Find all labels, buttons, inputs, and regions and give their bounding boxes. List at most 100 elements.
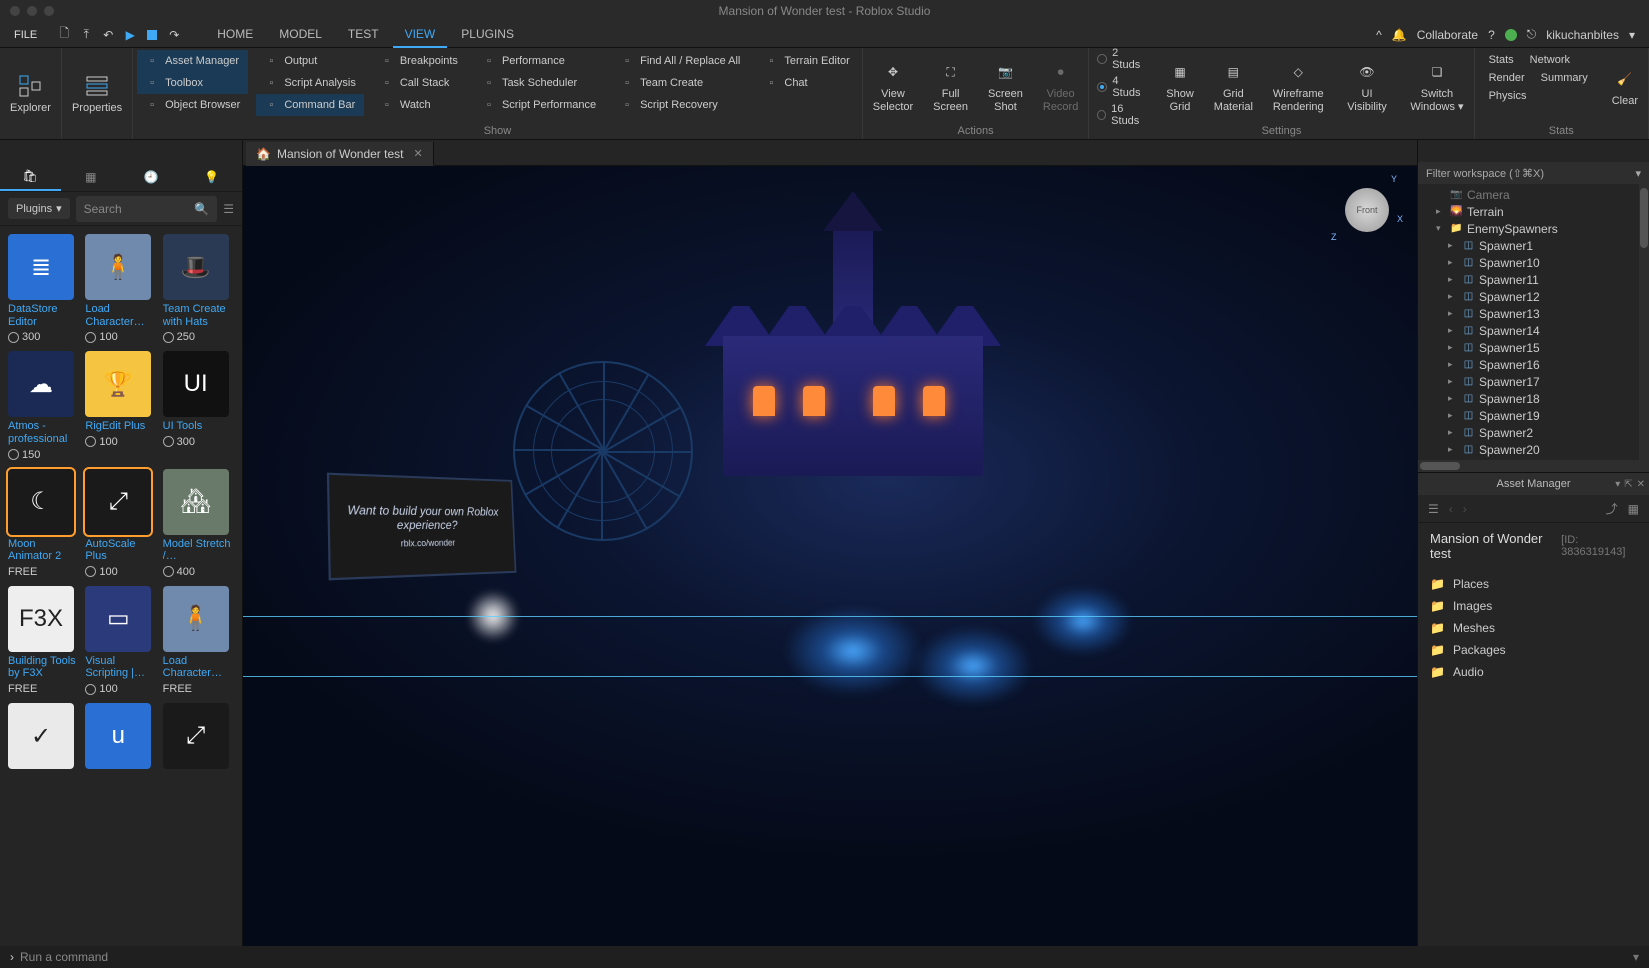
clear-button[interactable]: 🧹Clear [1602,48,1648,125]
toolbox-item[interactable]: 🏘Model Stretch /…400 [163,469,234,578]
expand-icon[interactable]: ▸ [1448,342,1458,353]
tab-test[interactable]: TEST [336,22,391,48]
tree-node[interactable]: ▸◫Spawner1 [1418,237,1639,254]
stop-icon[interactable] [145,28,159,42]
upload-icon[interactable]: ⤴ [1606,500,1618,517]
expand-icon[interactable]: ▾ [1436,223,1446,234]
expand-icon[interactable]: ▸ [1448,325,1458,336]
asset-folder[interactable]: 📁Audio [1418,661,1649,683]
expand-icon[interactable]: ▸ [1448,427,1458,438]
stats-btn[interactable]: Stats [1483,52,1520,68]
scrollbar[interactable] [1639,184,1649,460]
expand-icon[interactable]: ▸ [1448,291,1458,302]
forward-icon[interactable]: › [1463,502,1467,516]
creations-tab[interactable]: 💡 [182,162,243,191]
expand-icon[interactable]: ▸ [1448,410,1458,421]
username-label[interactable]: kikuchanbites [1546,28,1619,42]
properties-button[interactable]: Properties [62,48,133,139]
bell-icon[interactable]: 🔔 [1392,28,1407,42]
tree-node[interactable]: ▸◫Spawner18 [1418,390,1639,407]
filter-icon[interactable]: ☰ [223,202,234,216]
tree-node[interactable]: ▸◫Spawner12 [1418,288,1639,305]
user-chevron-icon[interactable]: ▾ [1629,28,1635,42]
tab-model[interactable]: MODEL [267,22,334,48]
asset-folder[interactable]: 📁Meshes [1418,617,1649,639]
chevron-down-icon[interactable]: ▾ [1633,950,1639,964]
wireframe-button[interactable]: ◇Wireframe Rendering [1263,48,1334,125]
ribbon-item-performance[interactable]: ▫Performance [474,50,604,72]
expand-icon[interactable]: ▸ [1448,257,1458,268]
search-icon[interactable]: 🔍 [194,202,209,216]
switch-windows-button[interactable]: ❏Switch Windows ▾ [1400,48,1473,125]
open-icon[interactable]: ⤒ [79,28,93,42]
ribbon-item-asset-manager[interactable]: ▫Asset Manager [137,50,248,72]
tree-node[interactable]: ▸🌄Terrain [1418,203,1639,220]
filter-chevron-icon[interactable]: ▾ [1635,167,1641,180]
asset-folder[interactable]: 📁Images [1418,595,1649,617]
dropdown-icon[interactable]: ▾ [1615,479,1620,490]
command-bar[interactable]: › Run a command ▾ [0,946,1649,968]
toolbox-type-select[interactable]: Plugins▾ [8,198,70,219]
chevron-up-icon[interactable]: ^ [1376,28,1382,42]
window-controls[interactable] [10,6,54,16]
view-selector-button[interactable]: ✥View Selector [863,48,923,125]
grid-material-button[interactable]: ▤Grid Material [1204,48,1263,125]
help-icon[interactable]: ? [1488,28,1495,42]
tree-node[interactable]: ▸◫Spawner20 [1418,441,1639,458]
tree-node[interactable]: 📷Camera [1418,186,1639,203]
toolbox-item[interactable]: ⤢AutoScale Plus100 [85,469,156,578]
tab-view[interactable]: VIEW [393,22,448,48]
tree-node[interactable]: ▾📁EnemySpawners [1418,220,1639,237]
toolbox-item[interactable]: 🧍Load Character…100 [85,234,156,343]
toolbox-item[interactable]: ▭Visual Scripting |…100 [85,586,156,695]
marketplace-tab[interactable]: 🛍 [0,162,61,191]
share-icon[interactable]: ⎋ [1527,27,1537,42]
network-btn[interactable]: Network [1524,52,1576,68]
ribbon-item-watch[interactable]: ▫Watch [372,94,466,116]
toolbox-item[interactable]: UIUI Tools300 [163,351,234,460]
ribbon-item-script-analysis[interactable]: ▫Script Analysis [256,72,364,94]
step-icon[interactable]: ↷ [167,28,181,42]
ribbon-item-output[interactable]: ▫Output [256,50,364,72]
back-icon[interactable]: ‹ [1449,502,1453,516]
new-file-icon[interactable]: 🗋 [57,28,71,42]
ribbon-item-breakpoints[interactable]: ▫Breakpoints [372,50,466,72]
expand-icon[interactable]: ▸ [1448,393,1458,404]
expand-icon[interactable]: ▸ [1448,444,1458,455]
explorer-tree[interactable]: 📷Camera▸🌄Terrain▾📁EnemySpawners▸◫Spawner… [1418,184,1639,460]
tree-node[interactable]: ▸◫Spawner16 [1418,356,1639,373]
command-input[interactable]: Run a command [20,950,108,964]
toolbox-item[interactable]: F3XBuilding Tools by F3XFREE [8,586,79,695]
ribbon-item-team-create[interactable]: ▫Team Create [612,72,748,94]
ribbon-item-call-stack[interactable]: ▫Call Stack [372,72,466,94]
file-menu[interactable]: FILE [6,25,45,45]
asset-folder[interactable]: 📁Packages [1418,639,1649,661]
summary-btn[interactable]: Summary [1535,70,1594,86]
show-grid-button[interactable]: ▦Show Grid [1156,48,1204,125]
expand-icon[interactable]: ▸ [1448,240,1458,251]
ribbon-item-task-scheduler[interactable]: ▫Task Scheduler [474,72,604,94]
toolbox-item[interactable]: 🎩Team Create with Hats250 [163,234,234,343]
tree-node[interactable]: ▸◫Spawner2 [1418,424,1639,441]
studs-radio[interactable]: 2 Studs 4 Studs 16 Studs [1089,48,1156,125]
expand-icon[interactable]: ▸ [1448,308,1458,319]
close-icon[interactable]: ✕ [1637,479,1645,490]
ribbon-item-script-recovery[interactable]: ▫Script Recovery [612,94,748,116]
tree-node[interactable]: ▸◫Spawner19 [1418,407,1639,424]
toolbox-item[interactable]: 🧍Load Character…FREE [163,586,234,695]
tree-node[interactable]: ▸◫Spawner17 [1418,373,1639,390]
physics-btn[interactable]: Physics [1483,88,1533,104]
ribbon-item-find-all-replace-all[interactable]: ▫Find All / Replace All [612,50,748,72]
play-icon[interactable]: ▶ [123,28,137,42]
ui-visibility-button[interactable]: 👁UI Visibility [1334,48,1401,125]
tree-node[interactable]: ▸◫Spawner10 [1418,254,1639,271]
expand-icon[interactable]: ▸ [1448,274,1458,285]
undo-icon[interactable]: ↶ [101,28,115,42]
grid-view-icon[interactable]: ▦ [1628,502,1639,516]
toolbox-item[interactable]: u [85,703,156,769]
render-btn[interactable]: Render [1483,70,1531,86]
full-screen-button[interactable]: ⛶Full Screen [923,48,978,125]
recent-tab[interactable]: 🕘 [121,162,182,191]
expand-icon[interactable]: ▸ [1448,376,1458,387]
tree-node[interactable]: ▸◫Spawner15 [1418,339,1639,356]
